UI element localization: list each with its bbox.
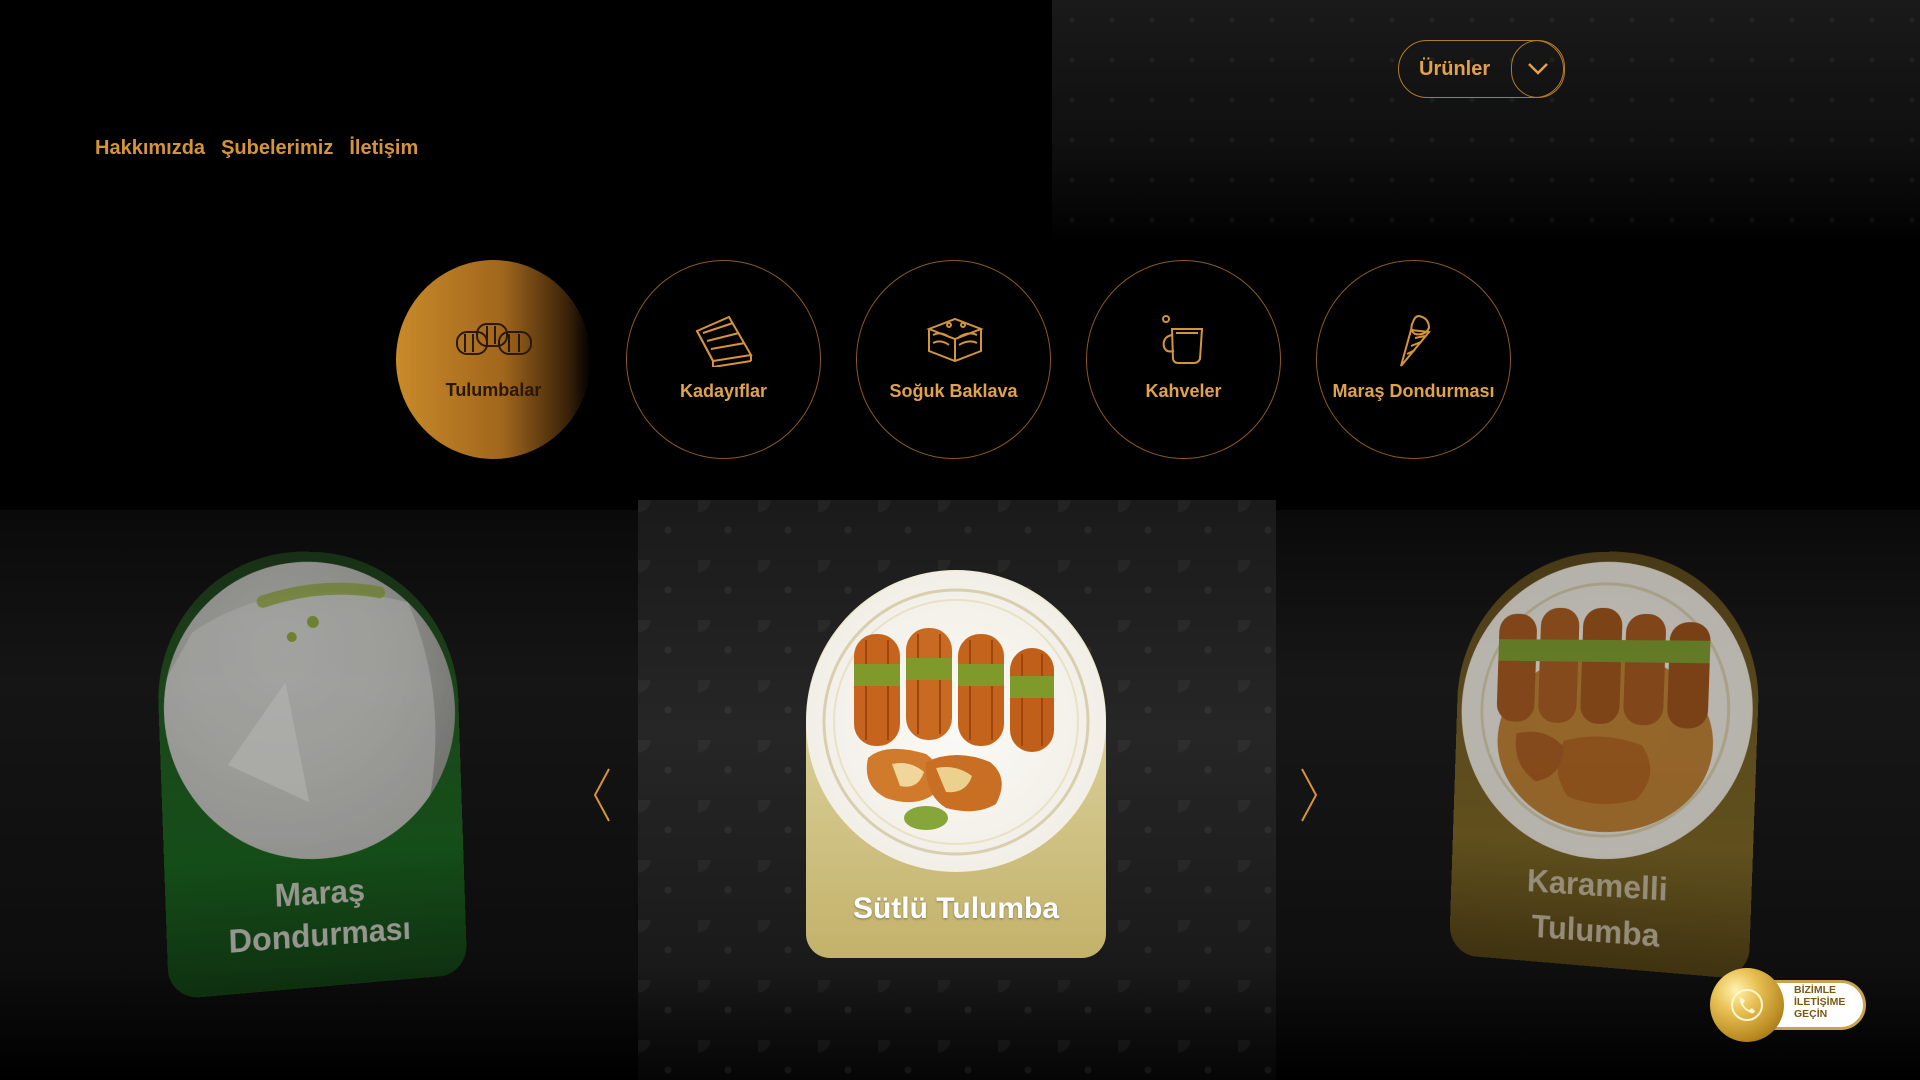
contact-button-label: BİZİMLE İLETİŞİME GEÇİN <box>1794 984 1864 1020</box>
category-kadayiflar[interactable]: Kadayıflar <box>626 260 821 459</box>
nav-link-about[interactable]: Hakkımızda <box>95 137 205 160</box>
product-title: Sütlü Tulumba <box>806 892 1106 926</box>
nav-link-branches[interactable]: Şubelerimiz <box>221 137 333 160</box>
category-label: Tulumbalar <box>446 380 542 401</box>
coffee-cup-icon <box>1154 309 1214 369</box>
product-photo-karamelli-tulumba <box>1457 560 1758 868</box>
carousel-next-arrow[interactable] <box>1297 765 1321 825</box>
category-tulumbalar[interactable]: Tulumbalar <box>396 260 591 459</box>
product-photo-sutlu-tulumba <box>806 572 1106 872</box>
category-list: Tulumbalar Kadayıflar Soğuk Baklava Kahv… <box>396 260 1511 459</box>
tulumba-icon <box>449 308 539 368</box>
nav-link-contact[interactable]: İletişim <box>349 137 418 160</box>
category-label: Kahveler <box>1145 381 1221 402</box>
kadayif-slice-icon <box>689 309 759 369</box>
product-title: Maraş Dondurması <box>165 863 467 968</box>
category-label: Kadayıflar <box>680 381 767 402</box>
chevron-left-icon <box>591 767 613 823</box>
contact-us-button[interactable]: BİZİMLE İLETİŞİME GEÇİN <box>1710 968 1866 1042</box>
baklava-icon <box>919 309 989 369</box>
carousel-card-prev[interactable]: Maraş Dondurması <box>153 549 467 1000</box>
category-maras-dondurmasi[interactable]: Maraş Dondurması <box>1316 260 1511 459</box>
products-dropdown[interactable]: Ürünler <box>1398 40 1564 98</box>
header-pattern-background <box>1052 0 1920 250</box>
chevron-down-icon[interactable] <box>1511 40 1565 98</box>
product-photo-maras-dondurmasi <box>159 560 460 868</box>
category-label: Maraş Dondurması <box>1332 381 1494 402</box>
product-title: Karamelli Tulumba <box>1449 853 1752 966</box>
category-label: Soğuk Baklava <box>889 381 1017 402</box>
ice-cream-cone-icon <box>1389 309 1439 369</box>
chevron-right-icon <box>1298 767 1320 823</box>
category-kahveler[interactable]: Kahveler <box>1086 260 1281 459</box>
carousel-card-current[interactable]: Sütlü Tulumba <box>806 570 1106 958</box>
carousel-prev-arrow[interactable] <box>590 765 614 825</box>
phone-icon <box>1710 968 1784 1042</box>
products-dropdown-label: Ürünler <box>1419 58 1511 81</box>
carousel-card-next[interactable]: Karamelli Tulumba <box>1449 550 1764 980</box>
category-soguk-baklava[interactable]: Soğuk Baklava <box>856 260 1051 459</box>
main-nav: Hakkımızda Şubelerimiz İletişim <box>95 137 418 160</box>
